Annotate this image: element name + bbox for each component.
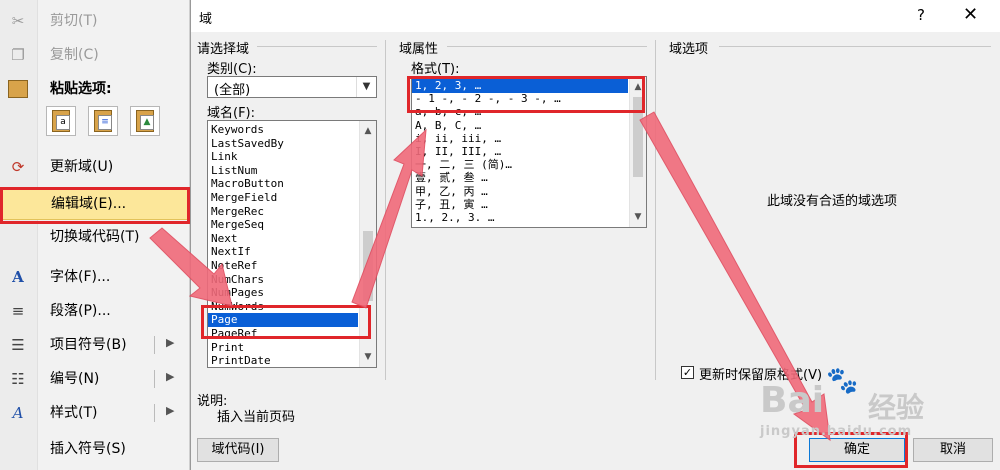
format-item[interactable]: 子, 丑, 寅 … <box>412 198 628 212</box>
format-label: 格式(T): <box>411 62 460 77</box>
menu-item-label: 剪切(T) <box>50 13 98 29</box>
format-highlight-box <box>407 76 645 113</box>
scissors-icon: ✂ <box>11 12 25 30</box>
field-name-item[interactable]: Next <box>208 232 358 246</box>
watermark-url: jingyan.baidu.com <box>760 424 913 439</box>
field-name-item[interactable]: PrintDate <box>208 354 358 367</box>
field-name-item[interactable]: NumPages <box>208 286 358 300</box>
format-item[interactable]: 壹, 贰, 叁 … <box>412 171 628 185</box>
paragraph-icon: ≡ <box>11 302 25 320</box>
submenu-arrow-icon[interactable]: ▶ <box>166 404 174 417</box>
group-divider <box>719 46 991 47</box>
field-name-item[interactable]: Print <box>208 341 358 355</box>
scroll-down-icon[interactable]: ▼ <box>360 349 376 365</box>
menu-item-insert-symbol[interactable]: 插入符号(S) <box>0 434 190 464</box>
field-names-label: 域名(F): <box>207 106 256 121</box>
menu-item-label: 粘贴选项: <box>50 81 112 97</box>
menu-item-label: 样式(T) <box>50 405 98 421</box>
field-name-item[interactable]: Keywords <box>208 123 358 137</box>
scroll-thumb[interactable] <box>363 231 373 301</box>
context-menu: ✂ 剪切(T) ❐ 复制(C) 粘贴选项: a ≡ ▲ ⟳ 更新域(U) 编辑域… <box>0 0 190 470</box>
format-item[interactable]: A, B, C, … <box>412 119 628 133</box>
group-divider <box>257 46 377 47</box>
field-codes-button[interactable]: 域代码(I) <box>197 438 279 462</box>
copy-icon: ❐ <box>11 46 25 64</box>
field-name-item[interactable]: MergeSeq <box>208 218 358 232</box>
menu-item-label: 复制(C) <box>50 47 99 63</box>
description-text: 插入当前页码 <box>217 410 296 425</box>
menu-item-styles[interactable]: A 样式(T) ▶ <box>0 398 190 428</box>
menu-item-font[interactable]: A 字体(F)... <box>0 262 190 292</box>
scroll-up-icon[interactable]: ▲ <box>360 123 376 139</box>
menu-item-label: 更新域(U) <box>50 159 114 175</box>
field-name-item[interactable]: NumChars <box>208 273 358 287</box>
field-name-item[interactable]: Link <box>208 150 358 164</box>
bullets-icon: ☰ <box>11 336 25 354</box>
format-item[interactable]: i, ii, iii, … <box>412 132 628 146</box>
scroll-down-icon[interactable]: ▼ <box>630 209 646 225</box>
edit-field-highlight-box <box>0 187 190 224</box>
menu-item-label: 段落(P)... <box>50 303 111 319</box>
paste-keep-source-icon[interactable]: a <box>46 106 76 136</box>
watermark-brand: Bai <box>760 380 825 421</box>
menu-item-copy[interactable]: ❐ 复制(C) <box>0 40 190 70</box>
preserve-format-checkbox[interactable]: ✓ <box>681 366 694 379</box>
numbering-icon: ☷ <box>11 370 25 388</box>
close-icon[interactable]: ✕ <box>963 4 978 25</box>
styles-icon: A <box>12 404 24 422</box>
split-divider <box>154 404 155 422</box>
menu-item-numbering[interactable]: ☷ 编号(N) ▶ <box>0 364 190 394</box>
paste-merge-format-icon[interactable]: ≡ <box>88 106 118 136</box>
format-item[interactable]: 1., 2., 3. … <box>412 211 628 225</box>
update-field-icon: ⟳ <box>11 158 25 176</box>
category-select[interactable]: (全部) ▼ <box>207 76 377 98</box>
menu-item-bullets[interactable]: ☰ 项目符号(B) ▶ <box>0 330 190 360</box>
menu-item-cut[interactable]: ✂ 剪切(T) <box>0 6 190 36</box>
menu-item-paragraph[interactable]: ≡ 段落(P)... <box>0 296 190 326</box>
menu-item-label: 项目符号(B) <box>50 337 127 353</box>
chevron-down-icon[interactable]: ▼ <box>356 77 376 97</box>
font-icon: A <box>12 268 24 286</box>
help-icon[interactable]: ? <box>917 6 925 24</box>
cancel-button[interactable]: 取消 <box>913 438 993 462</box>
paw-icon: 🐾 <box>826 366 859 396</box>
field-name-item[interactable]: LastSavedBy <box>208 137 358 151</box>
menu-item-label: 字体(F)... <box>50 269 111 285</box>
field-name-item[interactable]: MacroButton <box>208 177 358 191</box>
menu-item-label: 编号(N) <box>50 371 100 387</box>
submenu-arrow-icon[interactable]: ▶ <box>166 336 174 349</box>
menu-item-label: 切换域代码(T) <box>50 229 140 245</box>
format-item[interactable]: I, II, III, … <box>412 145 628 159</box>
menu-item-paste-options: 粘贴选项: <box>0 74 190 104</box>
split-divider <box>154 336 155 354</box>
category-label: 类别(C): <box>207 62 257 77</box>
column-divider <box>655 40 656 380</box>
page-field-highlight-box <box>201 305 371 339</box>
field-options-group-label: 域选项 <box>669 42 709 57</box>
format-item[interactable]: 一, 二, 三 (简)… <box>412 158 628 172</box>
watermark-brand-suffix: 经验 <box>868 391 925 424</box>
dialog-title: 域 <box>199 12 213 27</box>
dialog-titlebar: 域 ? ✕ <box>191 0 1000 32</box>
field-properties-group-label: 域属性 <box>399 42 439 57</box>
column-divider <box>385 40 386 380</box>
menu-item-update-field[interactable]: ⟳ 更新域(U) <box>0 152 190 182</box>
field-name-item[interactable]: MergeField <box>208 191 358 205</box>
paste-icon <box>8 80 28 98</box>
submenu-arrow-icon[interactable]: ▶ <box>166 370 174 383</box>
group-divider <box>447 46 647 47</box>
menu-item-label: 插入符号(S) <box>50 441 126 457</box>
field-name-item[interactable]: ListNum <box>208 164 358 178</box>
split-divider <box>154 370 155 388</box>
menu-item-toggle-field-codes[interactable]: 切换域代码(T) <box>0 222 190 252</box>
no-options-text: 此域没有合适的域选项 <box>767 194 898 209</box>
field-name-item[interactable]: NoteRef <box>208 259 358 273</box>
field-name-item[interactable]: MergeRec <box>208 205 358 219</box>
paste-picture-icon[interactable]: ▲ <box>130 106 160 136</box>
format-item[interactable]: 甲, 乙, 丙 … <box>412 185 628 199</box>
choose-field-group-label: 请选择域 <box>197 42 250 57</box>
category-value: (全部) <box>214 83 251 98</box>
field-name-item[interactable]: NextIf <box>208 245 358 259</box>
